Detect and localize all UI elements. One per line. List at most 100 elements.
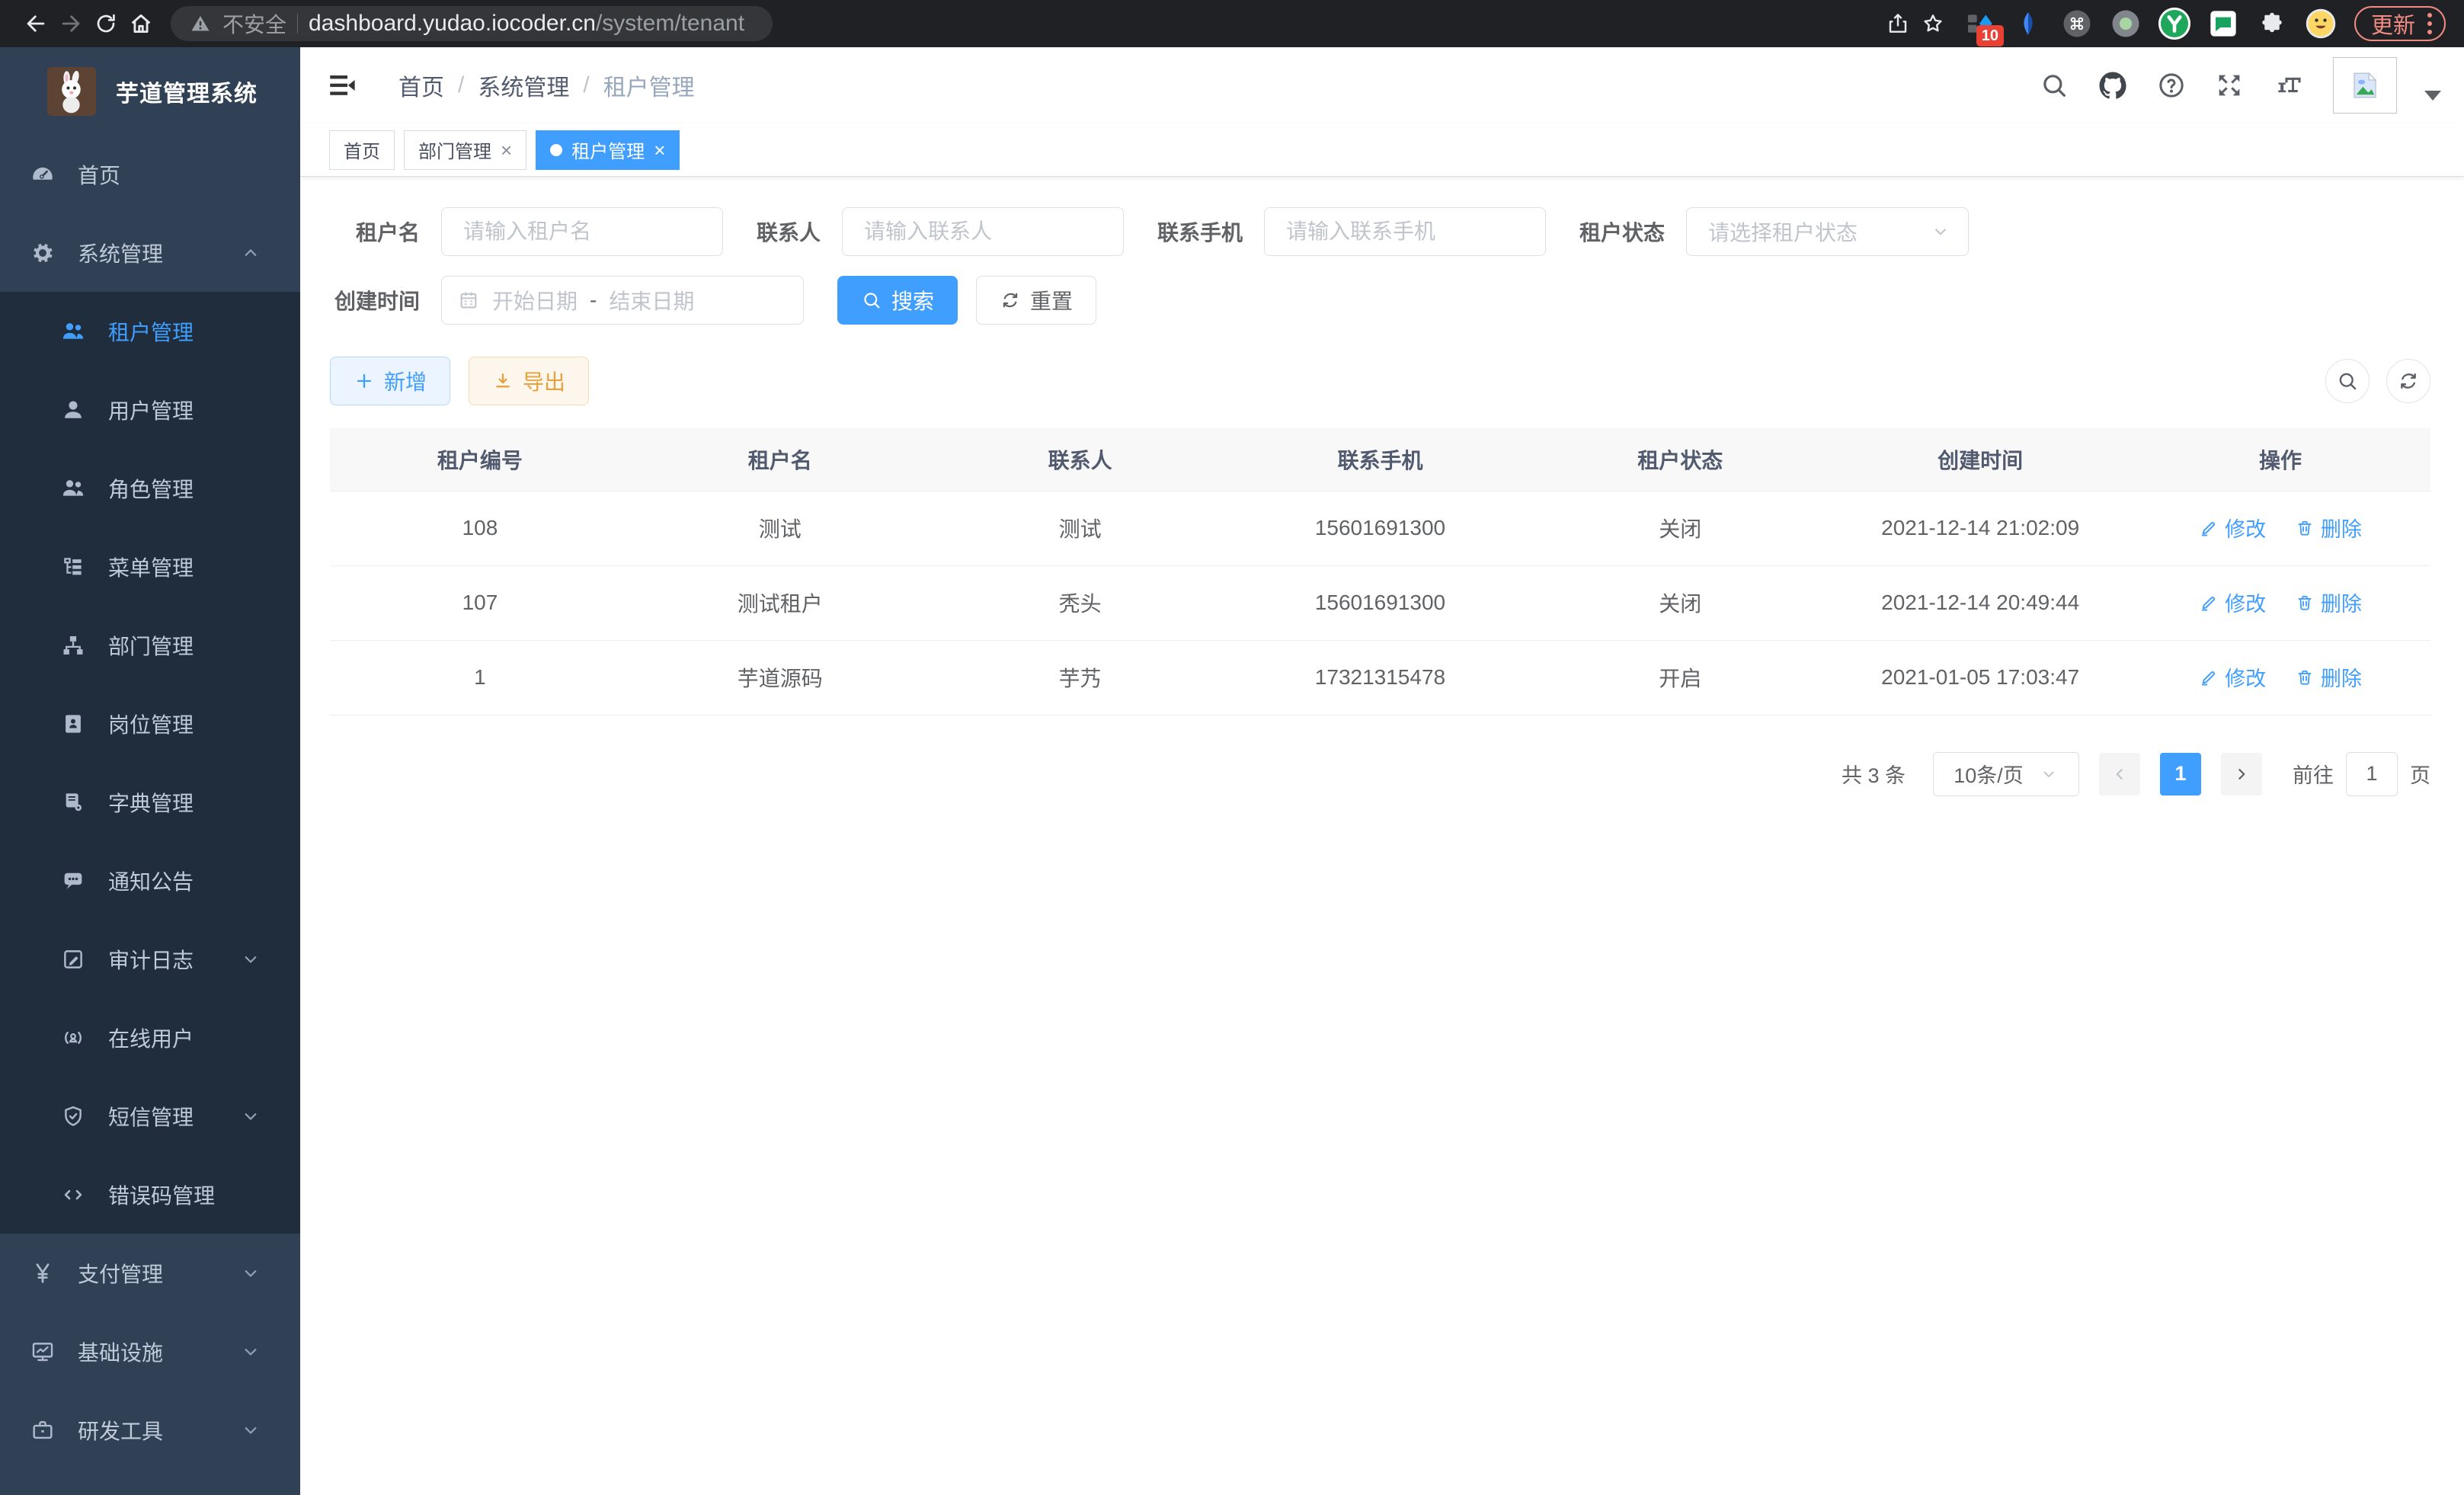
avatar-caret-icon[interactable] (2424, 91, 2441, 101)
chevron-down-icon (239, 948, 262, 971)
status-select[interactable]: 请选择租户状态 (1686, 207, 1969, 256)
log-pencil-icon (58, 946, 88, 972)
chevron-right-icon (2231, 764, 2252, 785)
browser-reload-button[interactable] (88, 6, 123, 41)
delete-link[interactable]: 删除 (2295, 513, 2362, 543)
breadcrumb-home[interactable]: 首页 (398, 69, 444, 102)
broadcast-user-icon (58, 1025, 88, 1051)
chevron-left-icon (2109, 764, 2130, 785)
sidebar-item-payment[interactable]: 支付管理 (0, 1234, 300, 1312)
gear-icon (27, 240, 58, 266)
status-text: 关闭 (1530, 565, 1830, 640)
create-time-range-picker[interactable]: 开始日期 - 结束日期 (441, 276, 804, 325)
tab-dept[interactable]: 部门管理 × (404, 130, 526, 170)
search-button[interactable]: 搜索 (837, 276, 958, 325)
next-page-button[interactable] (2221, 753, 2262, 796)
browser-back-button[interactable] (18, 6, 53, 41)
contact-input[interactable] (842, 207, 1124, 256)
extension-y-icon[interactable] (2155, 4, 2194, 43)
sidebar-item-home[interactable]: 首页 (0, 135, 300, 213)
table-row: 107 测试租户 秃头 15601691300 关闭 2021-12-14 20… (330, 565, 2430, 640)
col-mobile: 联系手机 (1230, 428, 1531, 491)
sidebar-item-error-code[interactable]: 错误码管理 (0, 1155, 300, 1234)
extensions-puzzle-icon[interactable] (2252, 4, 2292, 43)
monitor-icon (27, 1339, 58, 1365)
reset-button[interactable]: 重置 (976, 276, 1096, 325)
hamburger-collapse-icon[interactable] (325, 69, 359, 102)
extension-gray-dot-icon[interactable] (2106, 4, 2146, 43)
sidebar-item-user[interactable]: 用户管理 (0, 370, 300, 449)
sidebar-item-notice[interactable]: 通知公告 (0, 841, 300, 920)
add-button[interactable]: 新增 (330, 357, 450, 405)
url-text[interactable]: dashboard.yudao.iocoder.cn/system/tenant (309, 11, 744, 37)
tenant-name-input[interactable] (441, 207, 723, 256)
sidebar-item-role[interactable]: 角色管理 (0, 449, 300, 527)
sidebar-item-tenant[interactable]: 租户管理 (0, 292, 300, 370)
fullscreen-icon[interactable] (2214, 70, 2245, 101)
col-contact: 联系人 (930, 428, 1230, 491)
share-button[interactable] (1880, 6, 1915, 41)
goto-label: 前往 (2293, 759, 2334, 789)
mobile-label: 联系手机 (1157, 216, 1243, 247)
extension-devtools-icon[interactable]: 10 (1960, 4, 1999, 43)
sidebar-item-sms[interactable]: 短信管理 (0, 1077, 300, 1155)
browser-menu-kebab-icon[interactable] (2427, 13, 2432, 34)
badge-icon (58, 711, 88, 737)
edit-link[interactable]: 修改 (2199, 662, 2266, 692)
app-logo[interactable]: 芋道管理系统 (0, 47, 300, 135)
refresh-table-button[interactable] (2386, 359, 2430, 403)
pagination: 共 3 条 10条/页 1 前往 页 (330, 752, 2430, 796)
sidebar-item-online-users[interactable]: 在线用户 (0, 998, 300, 1077)
dictionary-book-icon (58, 789, 88, 815)
delete-link[interactable]: 删除 (2295, 587, 2362, 617)
user-avatar[interactable] (2333, 57, 2397, 114)
sidebar-item-dict[interactable]: 字典管理 (0, 763, 300, 841)
trash-icon (2295, 518, 2315, 538)
extension-command-icon[interactable] (2057, 4, 2097, 43)
browser-update-button[interactable]: 更新 (2354, 6, 2446, 41)
profile-avatar-icon[interactable] (2301, 4, 2341, 43)
breadcrumb-section[interactable]: 系统管理 (478, 69, 569, 102)
table-header-row: 租户编号 租户名 联系人 联系手机 租户状态 创建时间 操作 (330, 428, 2430, 491)
close-icon[interactable]: × (654, 140, 665, 160)
sidebar-item-dept[interactable]: 部门管理 (0, 606, 300, 684)
edit-link[interactable]: 修改 (2199, 513, 2266, 543)
page-size-select[interactable]: 10条/页 (1933, 752, 2079, 796)
export-button[interactable]: 导出 (469, 357, 589, 405)
address-bar[interactable]: 不安全 dashboard.yudao.iocoder.cn/system/te… (171, 6, 773, 41)
edit-link[interactable]: 修改 (2199, 587, 2266, 617)
tab-tenant[interactable]: 租户管理 × (536, 130, 680, 170)
sidebar-item-infra[interactable]: 基础设施 (0, 1312, 300, 1391)
header-search-icon[interactable] (2039, 70, 2069, 101)
show-search-toggle-button[interactable] (2325, 359, 2370, 403)
extension-kite-icon[interactable] (2008, 4, 2048, 43)
delete-link[interactable]: 删除 (2295, 662, 2362, 692)
browser-home-button[interactable] (123, 6, 158, 41)
github-icon[interactable] (2097, 69, 2129, 101)
extension-chat-icon[interactable] (2203, 4, 2243, 43)
status-text: 开启 (1530, 640, 1830, 715)
sidebar-item-post[interactable]: 岗位管理 (0, 684, 300, 763)
help-icon[interactable] (2156, 70, 2187, 101)
app-title: 芋道管理系统 (116, 75, 258, 108)
edit-pencil-icon (2199, 518, 2219, 538)
mobile-input[interactable] (1264, 207, 1546, 256)
omnibox-divider (297, 14, 298, 34)
sidebar-item-devtools[interactable]: 研发工具 (0, 1391, 300, 1469)
tab-home[interactable]: 首页 (329, 130, 395, 170)
briefcase-icon (27, 1417, 58, 1443)
browser-forward-button[interactable] (53, 6, 88, 41)
prev-page-button[interactable] (2099, 753, 2140, 796)
code-brackets-icon (58, 1182, 88, 1208)
calendar-icon (457, 289, 480, 312)
goto-page-input[interactable] (2346, 752, 2398, 796)
not-secure-label[interactable]: 不安全 (222, 8, 286, 39)
font-size-icon[interactable] (2272, 69, 2306, 102)
sidebar-item-system[interactable]: 系统管理 (0, 213, 300, 292)
sidebar-item-menu[interactable]: 菜单管理 (0, 527, 300, 606)
sidebar-item-audit-log[interactable]: 审计日志 (0, 920, 300, 998)
bookmark-star-button[interactable] (1915, 6, 1950, 41)
page-number-1[interactable]: 1 (2160, 753, 2201, 796)
breadcrumb-current: 租户管理 (603, 69, 695, 102)
close-icon[interactable]: × (501, 140, 512, 160)
